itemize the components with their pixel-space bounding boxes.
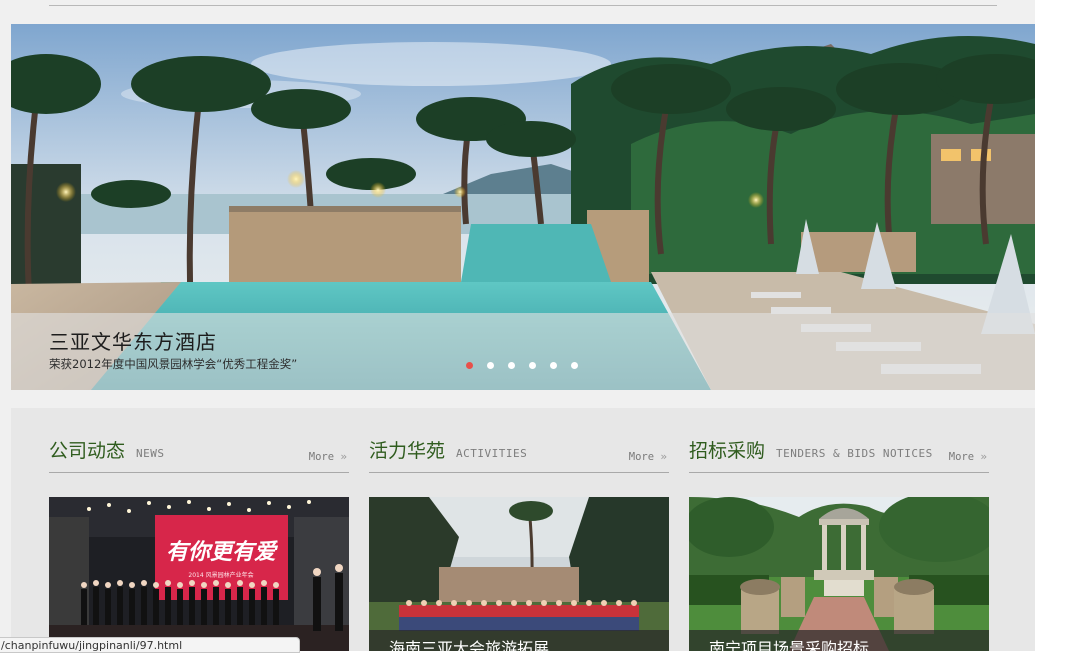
double-chevron-right-icon: » [980, 450, 987, 463]
more-link[interactable]: More » [949, 450, 987, 463]
more-label: More [308, 451, 335, 463]
banner-title[interactable]: 三亚文华东方酒店 [49, 326, 217, 355]
slide-dot-5[interactable] [550, 362, 557, 369]
news-section: 公司动态 NEWS More » 有你更有爱 2014 风景园林产业年会 活力华… [11, 408, 1035, 651]
hero-banner[interactable]: 三亚文华东方酒店 荣获2012年度中国风景园林学会“优秀工程金奖” [11, 24, 1035, 390]
stage-sign-text: 有你更有爱 [166, 539, 279, 564]
news-thumbnail[interactable]: 有你更有爱 2014 风景园林产业年会 [49, 497, 349, 651]
image-caption-bar: 南宁项目场景采购招标 [689, 630, 989, 651]
slide-indicators [466, 362, 578, 369]
slide-dot-4[interactable] [529, 362, 536, 369]
activity-thumbnail[interactable]: 海南三亚大会旅游拓展 [369, 497, 669, 651]
column-title[interactable]: 活力华苑 [369, 436, 445, 463]
double-chevron-right-icon: » [660, 450, 667, 463]
banner-subtitle: 荣获2012年度中国风景园林学会“优秀工程金奖” [49, 357, 298, 371]
top-divider [49, 5, 997, 6]
double-chevron-right-icon: » [340, 450, 347, 463]
column-title[interactable]: 公司动态 [49, 436, 125, 463]
stage-sign-subtext: 2014 风景园林产业年会 [188, 571, 253, 579]
column-en-label: NEWS [136, 447, 165, 460]
column-tenders: 招标采购 TENDERS & BIDS NOTICES More » 南宁项目场… [689, 408, 989, 651]
column-news: 公司动态 NEWS More » 有你更有爱 2014 风景园林产业年会 [49, 408, 349, 651]
image-caption[interactable]: 南宁项目场景采购招标 [709, 635, 869, 651]
more-link[interactable]: More » [309, 450, 347, 463]
slide-dot-1[interactable] [466, 362, 473, 369]
image-caption[interactable]: 海南三亚大会旅游拓展 [389, 635, 549, 651]
column-en-label: ACTIVITIES [456, 447, 528, 460]
column-en-label: TENDERS & BIDS NOTICES [776, 447, 933, 460]
more-label: More [948, 451, 975, 463]
group-photo [369, 497, 669, 651]
stage-photo: 有你更有爱 2014 风景园林产业年会 [49, 497, 349, 651]
column-header: 活力华苑 ACTIVITIES More » [369, 434, 669, 473]
column-activities: 活力华苑 ACTIVITIES More » 海南三亚大会旅游拓展 [369, 408, 669, 651]
column-header: 公司动态 NEWS More » [49, 434, 349, 473]
more-label: More [628, 451, 655, 463]
image-caption-bar: 海南三亚大会旅游拓展 [369, 630, 669, 651]
garden-photo [689, 497, 989, 651]
slide-dot-6[interactable] [571, 362, 578, 369]
column-title[interactable]: 招标采购 [689, 436, 765, 463]
slide-dot-2[interactable] [487, 362, 494, 369]
banner-caption: 三亚文华东方酒店 荣获2012年度中国风景园林学会“优秀工程金奖” [11, 313, 1035, 390]
tender-thumbnail[interactable]: 南宁项目场景采购招标 [689, 497, 989, 651]
column-header: 招标采购 TENDERS & BIDS NOTICES More » [689, 434, 989, 473]
more-link[interactable]: More » [629, 450, 667, 463]
slide-dot-3[interactable] [508, 362, 515, 369]
